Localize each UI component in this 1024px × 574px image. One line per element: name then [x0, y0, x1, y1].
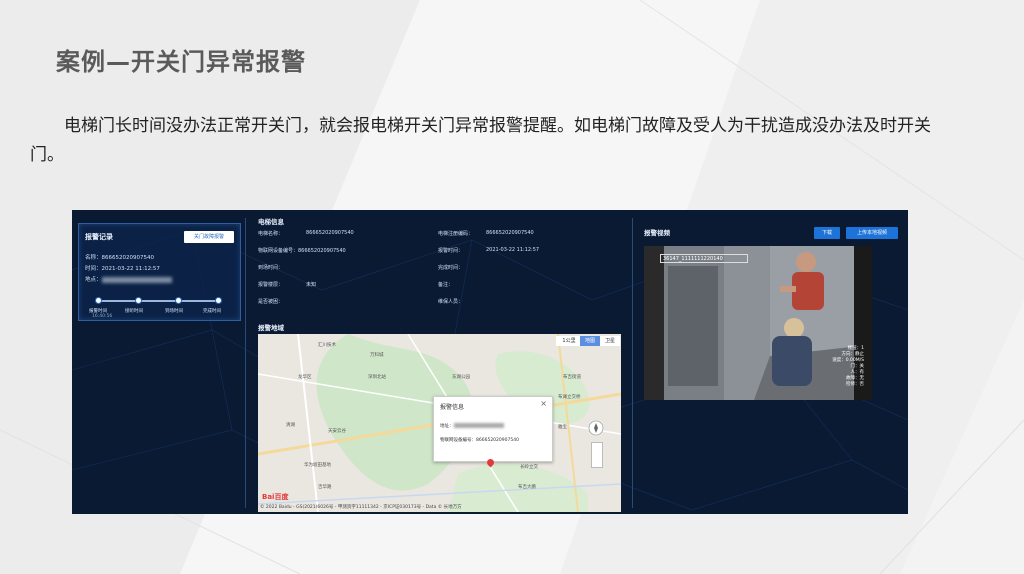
map-label: 万科城 [370, 353, 384, 358]
map-navigation-icon[interactable] [588, 420, 604, 436]
zoom-control[interactable] [591, 442, 603, 468]
upload-video-button[interactable]: 上传本地视频 [846, 227, 898, 239]
timeline-dot-arrive [175, 297, 182, 304]
alarm-location: 地点： [85, 275, 172, 283]
alarm-time-label: 报警时间： [438, 248, 464, 254]
map-label: 东湖公园 [452, 375, 470, 380]
alarm-floor-value: 未知 [306, 282, 317, 288]
alarm-video-title: 报警视频 [644, 229, 670, 237]
iot-device-id: 物联网设备编号：866652020907540 [258, 248, 346, 254]
alarm-location-label: 地点： [85, 277, 102, 283]
redacted-address [453, 423, 504, 428]
map-label: 布吉大鹏 [518, 485, 536, 490]
alarm-screenshot-panel: 报警记录 关门故障报警 名称：866652020907540 时间：2021-0… [72, 210, 908, 514]
map-label: 吉华路 [318, 485, 332, 490]
timeline-label-answer: 接听时间 [125, 309, 143, 314]
map-label: 深圳北站 [368, 375, 386, 380]
redacted-address [101, 276, 172, 283]
map-scale: 1公里 [556, 336, 582, 346]
popup-address-label: 地址： [440, 424, 454, 429]
elevator-name-label: 电梯名称： [258, 231, 284, 237]
timeline-label-arrive: 到场时间 [165, 309, 183, 314]
timeline-dot-answer [135, 297, 142, 304]
divider-left [245, 218, 246, 508]
trapped-label: 是否被困： [258, 299, 284, 305]
video-timestamp: 36147_1111111220140 [660, 254, 748, 263]
map-label: 龙华区 [298, 375, 312, 380]
map-label: 汇川技术 [318, 343, 336, 348]
popup-address: 地址： [440, 423, 504, 429]
map-label: 清湖 [286, 423, 295, 428]
alarm-video-frame[interactable]: 36147_1111111220140 楼层：1 方向：静止 速度：0.00M/… [644, 246, 872, 400]
map-label: 华为坂田基地 [304, 463, 331, 468]
progress-timeline [98, 300, 218, 302]
alarm-floor-label: 报警楼层： [258, 282, 284, 288]
map-copyright: © 2022 Baidu - GS(2021)6026号 - 甲测资字11111… [260, 505, 462, 510]
alarm-time: 时间：2021-03-22 11:12:57 [85, 266, 160, 272]
video-osd: 楼层：1 方向：静止 速度：0.00M/S 门：关 人：有 故障：无 检修：否 [832, 346, 864, 388]
download-button[interactable]: 下载 [814, 227, 840, 239]
timeline-label-complete: 完成时间 [203, 309, 221, 314]
remark-label: 备注： [438, 282, 454, 288]
register-code-label: 电梯注册编码： [438, 231, 474, 237]
maintainer-label: 维保人员： [438, 299, 464, 305]
slide-body-text: 电梯门长时间没办法正常开关门，就会报电梯开关门异常报警提醒。如电梯门故障及受人为… [30, 116, 931, 165]
alarm-name: 名称：866652020907540 [85, 255, 154, 261]
map-label: 布吉街道 [563, 375, 581, 380]
alarm-map-title: 报警地域 [258, 324, 284, 332]
complete-time-label: 完成时间： [438, 265, 464, 271]
register-code-value: 866652020907540 [486, 230, 534, 236]
map-label: 天安云谷 [328, 429, 346, 434]
popup-close-icon[interactable]: × [540, 399, 547, 408]
map-mode-button[interactable]: 地图 [580, 336, 600, 346]
arrive-time-label: 到场时间： [258, 265, 284, 271]
osd-line: 检修：否 [846, 382, 864, 387]
divider-right [632, 218, 633, 508]
alarm-record-card[interactable]: 报警记录 关门故障报警 名称：866652020907540 时间：2021-0… [78, 223, 241, 321]
satellite-mode-button[interactable]: 卫星 [600, 336, 620, 346]
alarm-info-popup: 报警信息 × 地址： 物联网设备编号：866652020907540 [433, 396, 553, 462]
alarm-record-title: 报警记录 [85, 233, 113, 241]
popup-title: 报警信息 [440, 404, 465, 411]
map-label: 长岭立交 [520, 465, 538, 470]
elevator-info-title: 电梯信息 [258, 218, 284, 226]
alarm-time-value: 2021-03-22 11:12:57 [486, 247, 540, 253]
baidu-logo: Bai百度 [262, 493, 289, 501]
alarm-map[interactable]: 汇川技术 万科城 龙华区 清湖 天安云谷 华为坂田基地 东湖公园 布吉街道 布澜… [258, 334, 621, 512]
map-label: 布澜立交桥 [558, 395, 581, 400]
popup-device-id: 物联网设备编号：866652020907540 [440, 438, 519, 443]
timeline-dot-complete [215, 297, 222, 304]
map-label: 雅宝 [558, 425, 567, 430]
door-fault-alarm-button[interactable]: 关门故障报警 [184, 231, 234, 243]
timeline-dot-alarm [95, 297, 102, 304]
elevator-name-value: 866652020907540 [306, 230, 354, 236]
slide-title: 案例—开关门异常报警 [56, 48, 306, 76]
timeline-time: 16:40:56 [92, 314, 113, 319]
